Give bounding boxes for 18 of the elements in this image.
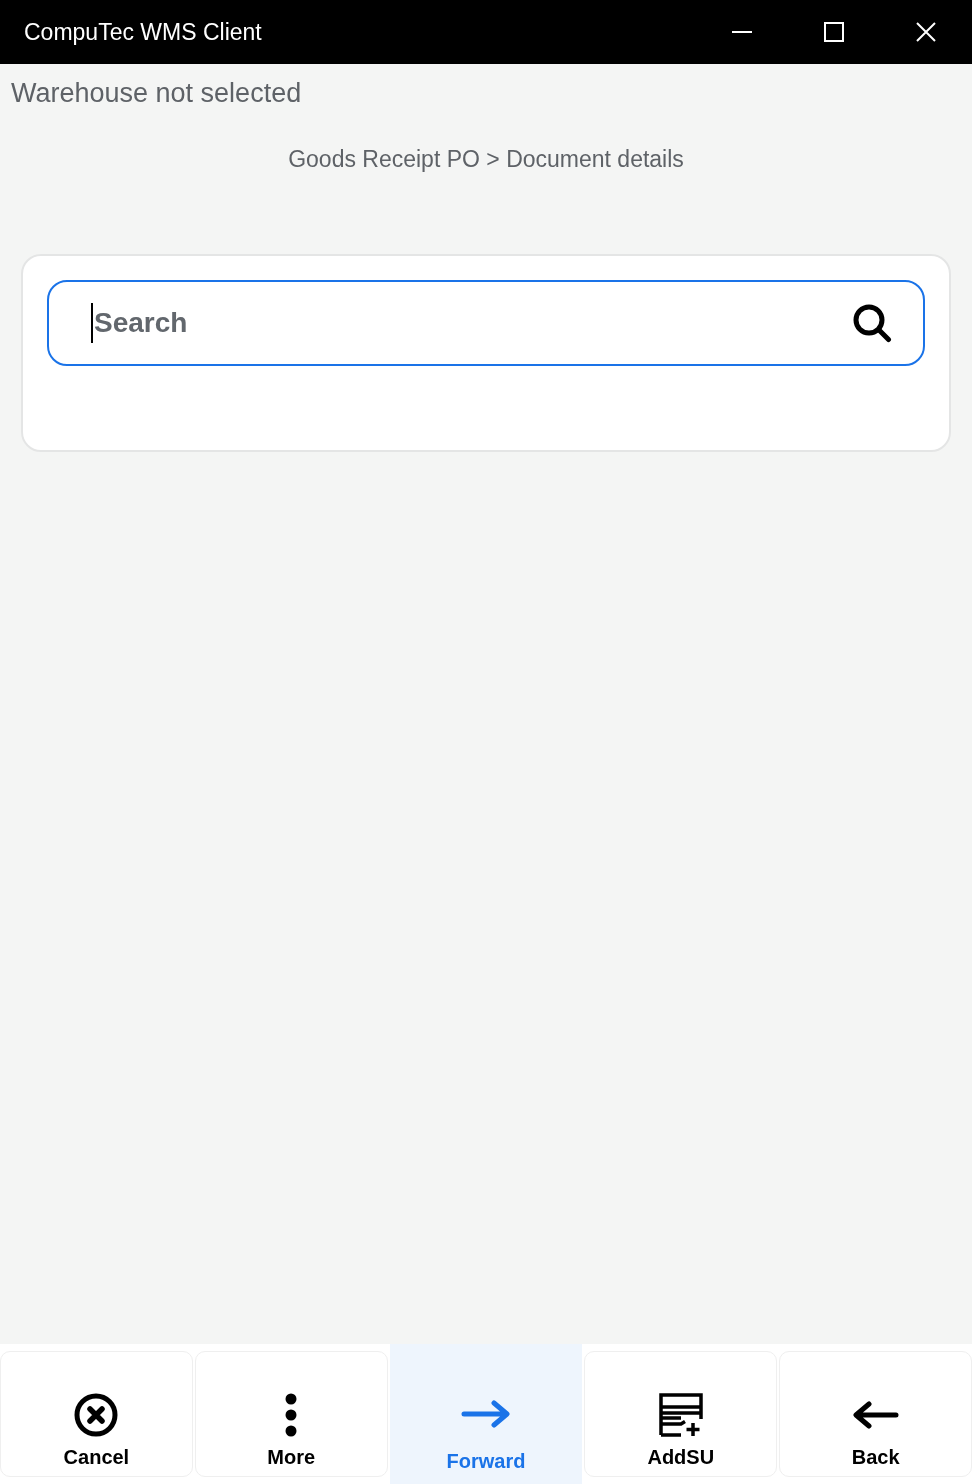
close-icon[interactable] <box>916 22 936 42</box>
arrow-right-icon <box>461 1399 511 1429</box>
forward-button[interactable]: Forward <box>389 1344 583 1484</box>
more-button[interactable]: More <box>194 1351 388 1477</box>
window-title: CompuTec WMS Client <box>24 18 262 46</box>
list-plus-icon <box>658 1393 703 1437</box>
search-icon[interactable] <box>852 303 892 343</box>
breadcrumb: Goods Receipt PO > Document details <box>288 146 684 172</box>
text-cursor-icon <box>91 303 93 343</box>
cancel-button[interactable]: Cancel <box>0 1351 193 1477</box>
vertical-dots-icon <box>285 1393 298 1437</box>
back-button[interactable]: Back <box>779 1351 972 1477</box>
warehouse-status: Warehouse not selected <box>11 77 302 109</box>
x-circle-icon <box>74 1393 119 1437</box>
maximize-icon[interactable] <box>824 22 844 42</box>
add-su-button[interactable]: AddSU <box>584 1351 778 1477</box>
arrow-left-icon <box>852 1400 899 1430</box>
search-field[interactable]: Search <box>47 280 925 366</box>
